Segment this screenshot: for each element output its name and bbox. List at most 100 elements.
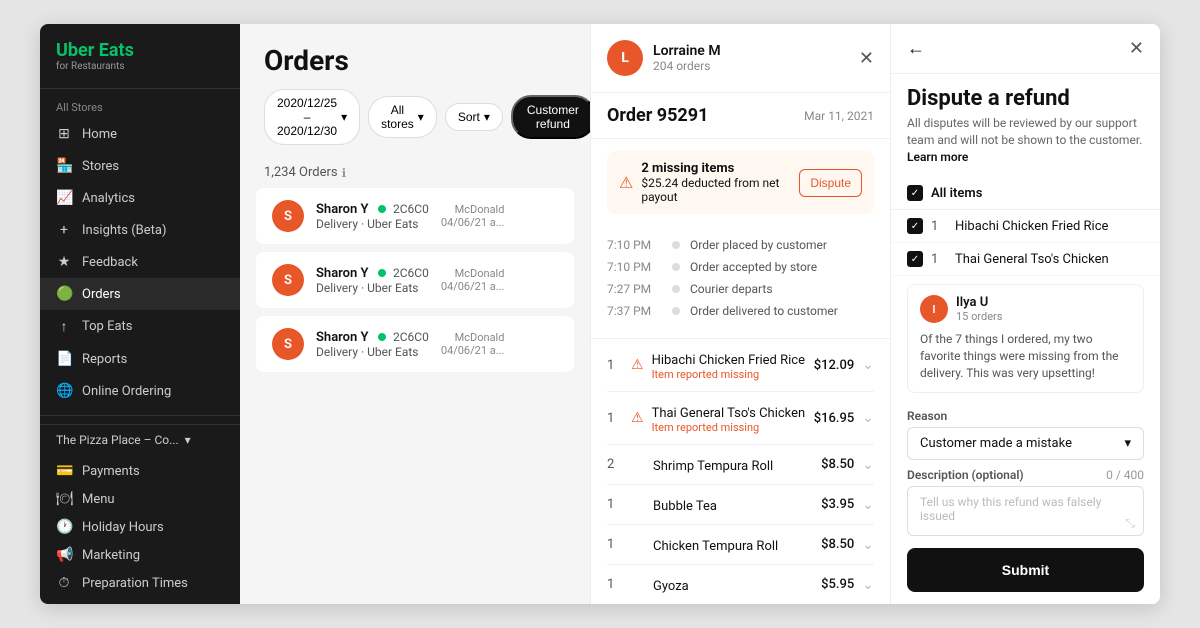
order-id: Order 95291 [607, 105, 708, 126]
order-type: Delivery · Uber Eats [316, 281, 429, 295]
date-filter-button[interactable]: 2020/12/25 – 2020/12/30 ▾ [264, 89, 360, 145]
order-item[interactable]: 1 ⚠ Thai General Tso's Chicken Item repo… [607, 392, 874, 445]
orders-header: Orders 2020/12/25 – 2020/12/30 ▾ All sto… [240, 24, 590, 157]
order-info: Sharon Y 2C6C0 Delivery · Uber Eats [316, 202, 429, 231]
sidebar-label-prep: Preparation Times [82, 576, 188, 591]
dispute-button[interactable]: Dispute [799, 169, 862, 197]
sidebar-item-users[interactable]: 👥 Users [40, 597, 240, 604]
timeline-dot [672, 263, 680, 271]
order-store: McDonald 04/06/21 a... [441, 331, 505, 357]
sidebar-item-home[interactable]: ⊞ Home [40, 118, 240, 150]
store-filter-button[interactable]: All stores ▾ [368, 96, 437, 138]
item-name-block: Hibachi Chicken Fried Rice Item reported… [652, 349, 806, 381]
sidebar-item-holiday[interactable]: 🕐 Holiday Hours [40, 513, 240, 541]
sidebar-item-prep[interactable]: ⏱ Preparation Times [40, 569, 240, 597]
sidebar-item-insights[interactable]: + Insights (Beta) [40, 214, 240, 246]
item-qty: 1 [931, 219, 947, 234]
sidebar-label-analytics: Analytics [82, 191, 135, 206]
order-store: McDonald 04/06/21 a... [441, 267, 505, 293]
order-item[interactable]: 1 ⚠ Hibachi Chicken Fried Rice Item repo… [607, 339, 874, 392]
sidebar-item-online-ordering[interactable]: 🌐 Online Ordering [40, 375, 240, 407]
missing-items-alert: ⚠ 2 missing items $25.24 deducted from n… [607, 151, 874, 214]
item-name-block: Gyoza [653, 575, 813, 594]
order-item[interactable]: 1 Gyoza $5.95 ⌄ [607, 565, 874, 604]
page-title: Orders [264, 44, 566, 77]
item-price: $8.50 [821, 457, 854, 472]
reason-select[interactable]: Customer made a mistake ▾ [907, 427, 1144, 460]
store-selector[interactable]: The Pizza Place – Co... ▾ [40, 424, 240, 455]
sidebar-item-analytics[interactable]: 📈 Analytics [40, 182, 240, 214]
all-items-checkbox[interactable]: ✓ [907, 185, 923, 201]
learn-more-link[interactable]: Learn more [907, 150, 968, 164]
holiday-icon: 🕐 [56, 519, 72, 535]
feedback-icon: ★ [56, 254, 72, 270]
sort-filter-button[interactable]: Sort ▾ [445, 103, 503, 131]
item-qty: 1 [607, 358, 623, 373]
order-type: Delivery · Uber Eats [316, 217, 429, 231]
sidebar-label-insights: Insights (Beta) [82, 223, 167, 238]
sidebar-item-stores[interactable]: 🏪 Stores [40, 150, 240, 182]
dispute-panel: ← ✕ Dispute a refund All disputes will b… [890, 24, 1160, 604]
reviewer-info: I Ilya U 15 orders [920, 295, 1131, 323]
item-price: $12.09 [814, 358, 855, 373]
sidebar-item-orders[interactable]: 🟢 Orders [40, 278, 240, 310]
info-icon: ℹ [342, 166, 347, 180]
date-filter-label: 2020/12/25 – 2020/12/30 [277, 96, 337, 138]
item-qty: 2 [607, 457, 623, 472]
orders-list: S Sharon Y 2C6C0 Delivery · Uber Eats Mc… [240, 188, 590, 380]
alert-text: 2 missing items $25.24 deducted from net… [641, 161, 791, 204]
sidebar-item-marketing[interactable]: 📢 Marketing [40, 541, 240, 569]
order-detail-header: L Lorraine M 204 orders ✕ [591, 24, 890, 93]
status-badge [378, 269, 386, 277]
sidebar-item-feedback[interactable]: ★ Feedback [40, 246, 240, 278]
chevron-down-icon: ▾ [185, 433, 191, 447]
item-checkbox[interactable]: ✓ [907, 218, 923, 234]
warning-icon: ⚠ [631, 357, 644, 373]
timeline-dot [672, 307, 680, 315]
order-item[interactable]: 2 Shrimp Tempura Roll $8.50 ⌄ [607, 445, 874, 485]
timeline-event: Order delivered to customer [690, 304, 838, 318]
sidebar-label-orders: Orders [82, 287, 121, 302]
main-container: Uber Eats for Restaurants All Stores ⊞ H… [40, 24, 1160, 604]
sidebar-item-reports[interactable]: 📄 Reports [40, 343, 240, 375]
order-item[interactable]: 1 Chicken Tempura Roll $8.50 ⌄ [607, 525, 874, 565]
alert-title: 2 missing items [641, 161, 791, 176]
dispute-item[interactable]: ✓ 1 Hibachi Chicken Fried Rice [891, 210, 1160, 243]
item-checkbox[interactable]: ✓ [907, 251, 923, 267]
close-button[interactable]: ✕ [859, 48, 874, 69]
table-row[interactable]: S Sharon Y 2C6C0 Delivery · Uber Eats Mc… [256, 252, 574, 308]
timeline-time: 7:37 PM [607, 304, 662, 318]
close-button[interactable]: ✕ [1129, 38, 1144, 59]
table-row[interactable]: S Sharon Y 2C6C0 Delivery · Uber Eats Mc… [256, 316, 574, 372]
order-date: Mar 11, 2021 [804, 109, 874, 123]
sidebar-label-payments: Payments [82, 464, 140, 479]
resize-handle[interactable]: ⤡ [1125, 516, 1135, 531]
dispute-subtitle: All disputes will be reviewed by our sup… [891, 115, 1160, 177]
dispute-item[interactable]: ✓ 1 Thai General Tso's Chicken [891, 243, 1160, 276]
store-filter-label: All stores [381, 103, 414, 131]
item-name: Thai General Tso's Chicken [652, 406, 806, 421]
customer-refund-tab[interactable]: Customer refund [511, 95, 590, 139]
sidebar-label-reports: Reports [82, 352, 127, 367]
sidebar-item-menu[interactable]: 🍽 Menu [40, 485, 240, 513]
review-text: Of the 7 things I ordered, my two favori… [920, 331, 1131, 381]
customer-name: Lorraine M [653, 43, 721, 59]
table-row[interactable]: S Sharon Y 2C6C0 Delivery · Uber Eats Mc… [256, 188, 574, 244]
sidebar-item-topeats[interactable]: ↑ Top Eats [40, 310, 240, 343]
item-price: $3.95 [821, 497, 854, 512]
description-textarea[interactable]: Tell us why this refund was falsely issu… [907, 486, 1144, 536]
timeline-time: 7:27 PM [607, 282, 662, 296]
submit-button[interactable]: Submit [907, 548, 1144, 592]
reviewer-orders: 15 orders [956, 310, 1002, 323]
order-item[interactable]: 1 Bubble Tea $3.95 ⌄ [607, 485, 874, 525]
all-items-label: All items [931, 186, 982, 201]
back-button[interactable]: ← [907, 38, 925, 59]
all-items-row[interactable]: ✓ All items [891, 177, 1160, 210]
item-price: $5.95 [821, 577, 854, 592]
customer-review-box: I Ilya U 15 orders Of the 7 things I ord… [907, 284, 1144, 392]
order-items-list: 1 ⚠ Hibachi Chicken Fried Rice Item repo… [591, 339, 890, 604]
reason-value: Customer made a mistake [920, 436, 1072, 451]
status-badge [378, 205, 386, 213]
sidebar-item-payments[interactable]: 💳 Payments [40, 457, 240, 485]
item-qty: 1 [607, 497, 623, 512]
